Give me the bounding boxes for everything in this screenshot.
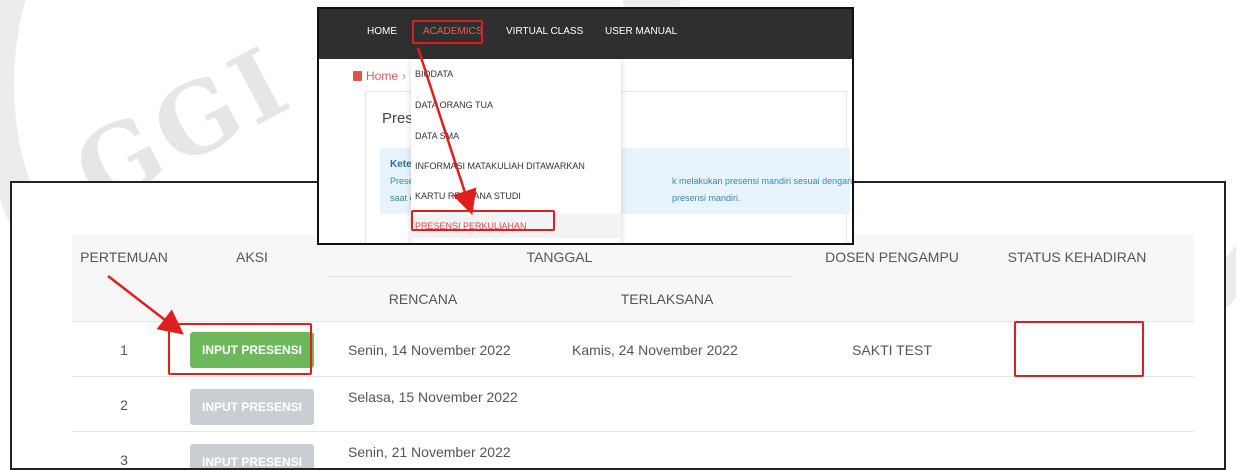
row-terlaksana: Kamis, 24 November 2022 [572,341,738,358]
row-pertemuan: 2 [120,396,128,413]
info-line-2-right: presensi mandiri. [672,193,741,203]
header-divider [327,276,792,277]
breadcrumb: Home › [353,69,406,83]
header-dosen: DOSEN PENGAMPU [825,249,959,265]
header-aksi: AKSI [236,249,268,265]
header-tanggal: TANGGAL [526,249,593,265]
input-presensi-button-disabled[interactable]: INPUT PRESENSI [190,389,314,425]
table-header: PERTEMUAN AKSI TANGGAL RENCANA TERLAKSAN… [72,235,1194,321]
breadcrumb-home[interactable]: Home [366,69,398,83]
row-rencana: Senin, 14 November 2022 [348,341,511,358]
header-pertemuan: PERTEMUAN [80,249,168,265]
nav-virtual-class[interactable]: VIRTUAL CLASS [506,26,583,37]
row-rencana: Senin, 21 November 2022 [348,444,511,460]
dropdown-item-biodata[interactable]: BIODATA [415,69,453,79]
table-row: 2 INPUT PRESENSI Selasa, 15 November 202… [72,376,1194,431]
menu-screenshot: HOME ACADEMICS VIRTUAL CLASS USER MANUAL… [317,7,854,245]
table-row: 3 INPUT PRESENSI Senin, 21 November 2022 [72,431,1194,468]
dropdown-item-data-orang-tua[interactable]: DATA ORANG TUA [415,100,493,110]
row-dosen: SAKTI TEST [852,341,932,358]
info-line-1-left: Prese [390,176,414,186]
row-pertemuan: 3 [120,451,128,468]
header-terlaksana: TERLAKSANA [620,291,714,307]
book-icon [353,71,362,81]
row-rencana: Selasa, 15 November 2022 [348,389,518,405]
header-rencana: RENCANA [388,291,458,307]
info-line-1-right: k melakukan presensi mandiri sesuai deng… [672,176,853,186]
dropdown-item-informasi-matakuliah[interactable]: INFORMASI MATAKULIAH DITAWARKAN [415,161,585,171]
nav-user-manual[interactable]: USER MANUAL [605,26,677,37]
row-pertemuan: 1 [120,341,128,358]
dropdown-item-kartu-rencana-studi[interactable]: KARTU RENCANA STUDI [415,191,521,201]
highlight-input-button [168,323,312,375]
highlight-status-cell [1014,321,1144,377]
header-status: STATUS KEHADIRAN [1007,249,1147,265]
highlight-presensi-perkuliahan [411,210,555,231]
breadcrumb-separator: › [402,69,407,83]
dropdown-item-data-sma[interactable]: DATA SMA [415,131,459,141]
highlight-academics [412,20,483,44]
nav-home[interactable]: HOME [367,26,397,37]
navbar: HOME ACADEMICS VIRTUAL CLASS USER MANUAL [319,9,852,59]
input-presensi-button-disabled[interactable]: INPUT PRESENSI [190,444,314,468]
